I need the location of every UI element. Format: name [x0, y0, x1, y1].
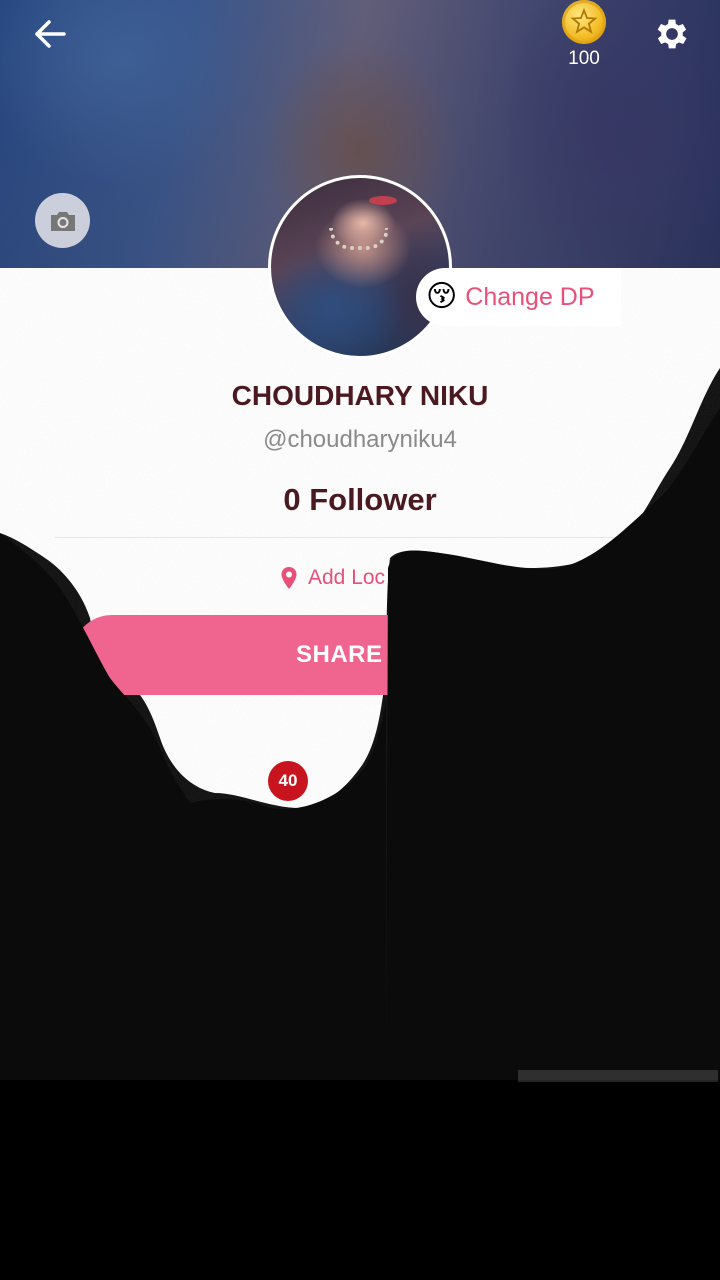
change-dp-button[interactable]: 😚 Change DP [416, 268, 621, 326]
profile-avatar[interactable] [268, 175, 452, 359]
location-label: Add Loc [308, 566, 386, 589]
arrow-left-icon [35, 20, 66, 48]
divider [55, 537, 665, 538]
gear-icon [657, 19, 687, 49]
change-dp-label: Change DP [465, 282, 595, 311]
kissing-face-icon: 😚 [426, 280, 458, 313]
settings-button[interactable] [648, 10, 696, 58]
add-location-button[interactable]: Add Loc [280, 562, 390, 594]
notification-badge: 40 [268, 761, 308, 801]
bottom-area [0, 1080, 720, 1280]
gold-coin-star-icon [562, 0, 606, 44]
share-profile-button[interactable]: SHARE PR [72, 615, 648, 695]
follower-count[interactable]: 0 Follower [0, 482, 720, 518]
coin-balance[interactable]: 100 [556, 0, 612, 72]
watermark [518, 1070, 718, 1082]
coin-count: 100 [568, 48, 600, 69]
profile-handle: @choudharyniku4 [263, 426, 457, 453]
back-button[interactable] [28, 14, 72, 54]
share-profile-label: SHARE PR [295, 641, 425, 668]
camera-icon [50, 211, 75, 231]
profile-name: CHOUDHARY NIKU [231, 380, 489, 411]
avatar-detail [329, 228, 389, 250]
change-cover-button[interactable] [35, 193, 90, 248]
map-pin-icon [281, 567, 297, 589]
avatar-detail [369, 196, 397, 205]
